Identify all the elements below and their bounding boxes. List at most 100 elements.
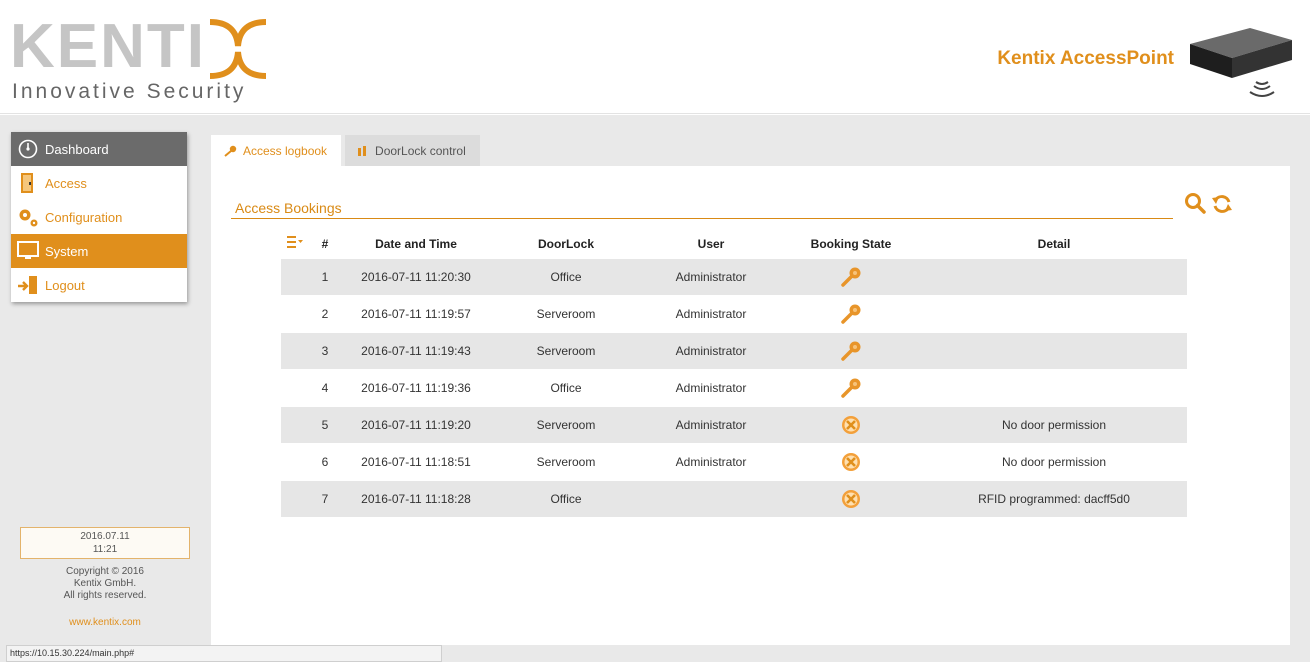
kentix-logo: KENTI Innovative Security xyxy=(10,14,280,106)
cell-booking-state xyxy=(781,442,921,480)
tab-access-logbook[interactable]: Access logbook xyxy=(211,135,342,166)
cell-doorlock: Serveroom xyxy=(491,442,641,480)
sidebar-menu: Dashboard Access Configuration System Lo… xyxy=(11,132,187,302)
access-granted-key-icon xyxy=(840,267,862,287)
table-row[interactable]: 7 2016-07-11 11:18:28 Office RFID programme… xyxy=(281,479,1187,517)
column-header-user[interactable]: User xyxy=(641,230,781,258)
row-spacer xyxy=(281,368,309,406)
cell-datetime: 2016-07-11 11:18:28 xyxy=(341,479,491,517)
column-menu-button[interactable] xyxy=(281,230,309,258)
cell-user xyxy=(641,479,781,517)
cell-booking-state xyxy=(781,405,921,443)
cell-datetime: 2016-07-11 11:20:30 xyxy=(341,257,491,295)
column-header-doorlock[interactable]: DoorLock xyxy=(491,230,641,258)
row-spacer xyxy=(281,257,309,295)
door-icon xyxy=(17,172,39,194)
copyright-line: All rights reserved. xyxy=(63,590,147,601)
app-header: KENTI Innovative Security Kentix AccessP… xyxy=(0,0,1310,114)
cell-datetime: 2016-07-11 11:18:51 xyxy=(341,442,491,480)
section-divider xyxy=(231,218,1173,219)
column-menu-icon xyxy=(287,236,303,251)
doorlock-icon xyxy=(357,145,369,157)
cell-number: 6 xyxy=(309,442,341,480)
cell-number: 3 xyxy=(309,331,341,369)
logout-icon xyxy=(17,274,39,296)
cell-datetime: 2016-07-11 11:19:36 xyxy=(341,368,491,406)
table-row[interactable]: 1 2016-07-11 11:20:30 Office Administrator xyxy=(281,257,1187,295)
access-denied-icon xyxy=(840,415,862,434)
row-spacer xyxy=(281,294,309,332)
cell-number: 7 xyxy=(309,479,341,517)
access-granted-key-icon xyxy=(840,378,862,398)
cell-booking-state xyxy=(781,479,921,517)
cell-booking-state xyxy=(781,257,921,295)
product-title: Kentix AccessPoint xyxy=(997,48,1174,69)
cell-detail: No door permission xyxy=(921,405,1187,443)
row-spacer xyxy=(281,331,309,369)
sidebar-item-label: Access xyxy=(45,175,87,191)
copyright-notice: Copyright © 2016 Kentix GmbH. All rights… xyxy=(20,566,190,602)
monitor-icon xyxy=(17,240,39,262)
column-header-datetime[interactable]: Date and Time xyxy=(341,230,491,258)
table-row[interactable]: 5 2016-07-11 11:19:20 Serveroom Administrat… xyxy=(281,405,1187,443)
cell-booking-state xyxy=(781,331,921,369)
key-icon xyxy=(223,145,237,157)
cell-doorlock: Office xyxy=(491,368,641,406)
table-header-row: # Date and Time DoorLock User Booking St… xyxy=(281,230,1187,258)
sidebar-item-system[interactable]: System xyxy=(11,234,187,268)
access-denied-icon xyxy=(840,489,862,508)
cell-user: Administrator xyxy=(641,257,781,295)
cell-user: Administrator xyxy=(641,442,781,480)
column-header-booking-state[interactable]: Booking State xyxy=(781,230,921,258)
logo-wordmark: KENTI xyxy=(10,12,206,81)
sidebar-item-dashboard[interactable]: Dashboard xyxy=(11,132,187,166)
row-spacer xyxy=(281,479,309,517)
cell-datetime: 2016-07-11 11:19:43 xyxy=(341,331,491,369)
cell-detail xyxy=(921,294,1187,332)
table-row[interactable]: 6 2016-07-11 11:18:51 Serveroom Administrat… xyxy=(281,442,1187,480)
cell-detail: RFID programmed: dacff5d0 xyxy=(921,479,1187,517)
sidebar-time: 11:21 xyxy=(92,544,118,555)
gears-icon xyxy=(17,206,39,228)
sidebar-item-logout[interactable]: Logout xyxy=(11,268,187,302)
column-header-detail[interactable]: Detail xyxy=(921,230,1187,258)
tab-doorlock-control[interactable]: DoorLock control xyxy=(345,135,480,166)
access-granted-key-icon xyxy=(840,341,862,361)
section-title: Access Bookings xyxy=(235,200,342,216)
cell-number: 2 xyxy=(309,294,341,332)
cell-number: 1 xyxy=(309,257,341,295)
website-link[interactable]: www.kentix.com xyxy=(20,617,190,628)
status-bar-url: https://10.15.30.224/main.php# xyxy=(6,645,442,662)
sidebar-item-configuration[interactable]: Configuration xyxy=(11,200,187,234)
table-row[interactable]: 4 2016-07-11 11:19:36 Office Administrator xyxy=(281,368,1187,406)
tab-label: DoorLock control xyxy=(375,143,466,158)
cell-datetime: 2016-07-11 11:19:57 xyxy=(341,294,491,332)
sidebar-item-access[interactable]: Access xyxy=(11,166,187,200)
cell-doorlock: Office xyxy=(491,257,641,295)
cell-number: 5 xyxy=(309,405,341,443)
table-body: 1 2016-07-11 11:20:30 Office Administrator 2… xyxy=(281,257,1187,517)
cell-detail xyxy=(921,368,1187,406)
cell-datetime: 2016-07-11 11:19:20 xyxy=(341,405,491,443)
logo-tagline: Innovative Security xyxy=(12,80,247,103)
access-denied-icon xyxy=(840,452,862,471)
row-spacer xyxy=(281,442,309,480)
cell-doorlock: Serveroom xyxy=(491,331,641,369)
cell-detail: No door permission xyxy=(921,442,1187,480)
sidebar-datetime: 2016.07.11 11:21 xyxy=(20,527,190,559)
sidebar-item-label: Configuration xyxy=(45,209,123,225)
tab-label: Access logbook xyxy=(243,143,328,158)
search-icon[interactable] xyxy=(1184,192,1206,214)
column-header-number[interactable]: # xyxy=(309,230,341,258)
cell-doorlock: Serveroom xyxy=(491,405,641,443)
table-row[interactable]: 3 2016-07-11 11:19:43 Serveroom Administrat… xyxy=(281,331,1187,369)
sidebar-item-label: Logout xyxy=(45,277,85,293)
cell-user: Administrator xyxy=(641,294,781,332)
table-row[interactable]: 2 2016-07-11 11:19:57 Serveroom Administrat… xyxy=(281,294,1187,332)
access-bookings-panel: Access Bookings # Date and Time DoorLock… xyxy=(211,166,1290,645)
main-area: Dashboard Access Configuration System Lo… xyxy=(0,115,1310,662)
cell-doorlock: Serveroom xyxy=(491,294,641,332)
logo-x-mark xyxy=(209,19,267,79)
cell-number: 4 xyxy=(309,368,341,406)
refresh-icon[interactable] xyxy=(1211,193,1233,215)
